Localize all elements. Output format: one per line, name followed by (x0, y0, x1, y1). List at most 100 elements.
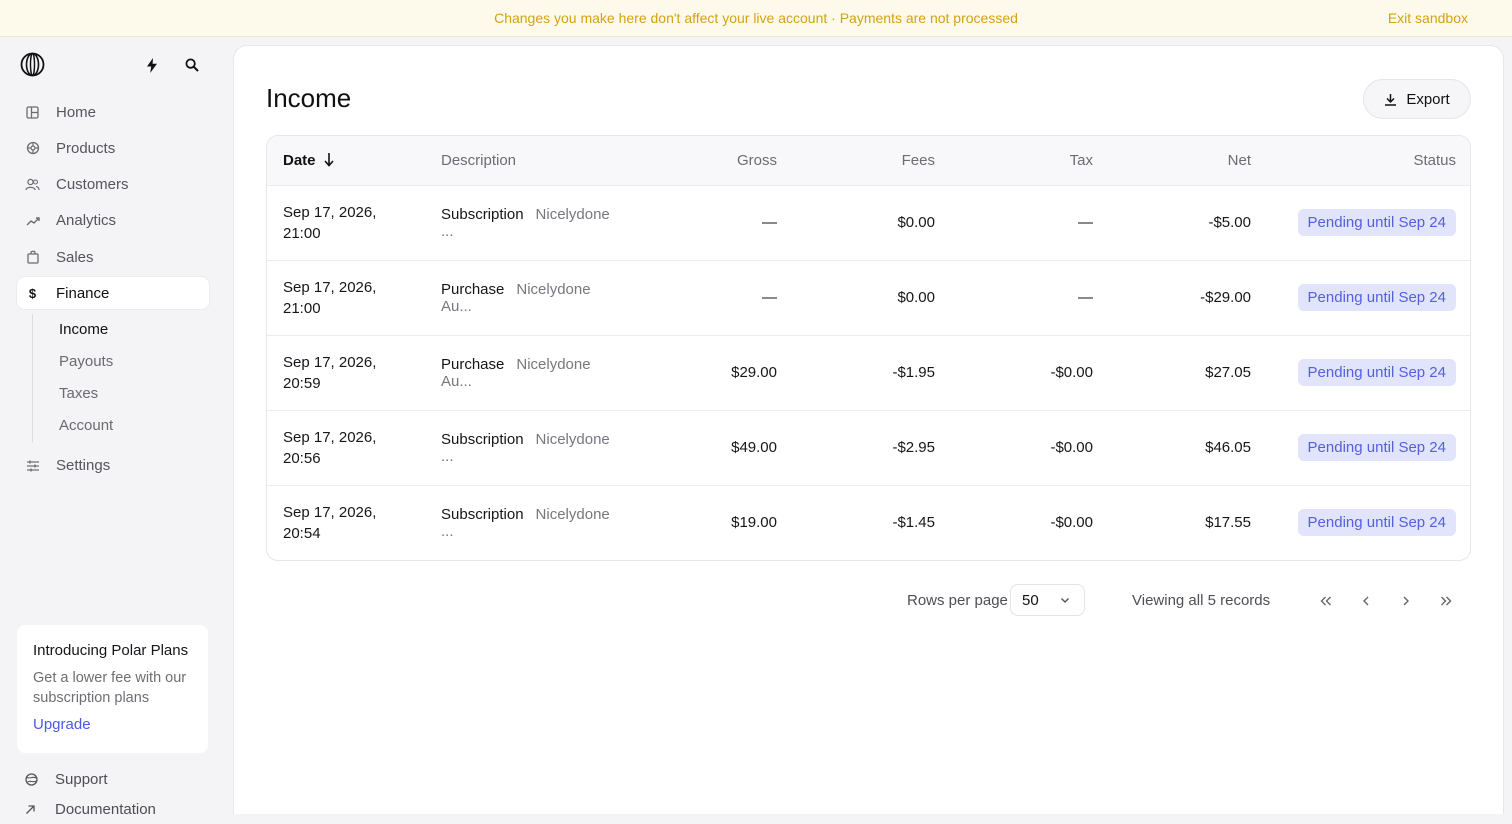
documentation-link[interactable]: Documentation (25, 794, 156, 824)
time-text: 20:54 (283, 525, 321, 542)
subnav-item-account[interactable]: Account (59, 410, 209, 442)
search-icon[interactable] (182, 55, 202, 75)
settings-sliders-icon (25, 458, 40, 473)
sidebar-item-sales[interactable]: Sales (17, 241, 209, 273)
cell-description: PurchaseNicelydone Au... (425, 335, 619, 410)
chevrons-left-icon (1319, 595, 1333, 607)
first-page-button[interactable] (1311, 586, 1341, 616)
support-link[interactable]: Support (25, 764, 156, 794)
cell-fees: -$2.95 (793, 410, 951, 485)
table-row[interactable]: Sep 17, 2026,21:00 PurchaseNicelydone Au… (267, 260, 1471, 335)
sidebar-item-analytics[interactable]: Analytics (17, 205, 209, 237)
previous-page-button[interactable] (1351, 586, 1381, 616)
description-type: Purchase (441, 281, 504, 298)
table-row[interactable]: Sep 17, 2026,20:59 PurchaseNicelydone Au… (267, 335, 1471, 410)
download-icon (1384, 93, 1397, 106)
cell-gross: — (619, 260, 793, 335)
cell-description: SubscriptionNicelydone ... (425, 185, 619, 260)
arrow-up-right-icon (25, 804, 39, 815)
cell-date: Sep 17, 2026, 20:56 (267, 410, 425, 485)
cell-fees: $0.00 (793, 185, 951, 260)
column-header-description: Description (425, 136, 619, 185)
date-text: Sep 17, 2026, (283, 429, 376, 446)
sort-descending-icon (324, 152, 334, 167)
cell-date: Sep 17, 2026, 20:54 (267, 485, 425, 560)
main-panel: Income Export Date Description Gross Fee… (233, 45, 1504, 814)
export-label: Export (1406, 91, 1449, 108)
status-badge: Pending until Sep 24 (1298, 359, 1456, 386)
cell-net: $17.55 (1109, 485, 1267, 560)
upgrade-link[interactable]: Upgrade (33, 716, 192, 733)
column-header-tax: Tax (951, 136, 1109, 185)
sidebar-item-finance[interactable]: $ Finance (17, 277, 209, 309)
cell-description: PurchaseNicelydone Au... (425, 260, 619, 335)
column-header-date[interactable]: Date (267, 136, 425, 185)
exit-sandbox-link[interactable]: Exit sandbox (1388, 0, 1468, 37)
column-header-net: Net (1109, 136, 1267, 185)
cell-net: -$29.00 (1109, 260, 1267, 335)
export-button[interactable]: Export (1363, 79, 1471, 119)
sales-bag-icon (25, 250, 40, 265)
sidebar-item-label: Analytics (56, 212, 116, 229)
cell-date: Sep 17, 2026, 21:00 (267, 185, 425, 260)
date-text: Sep 17, 2026, (283, 504, 376, 521)
lightning-icon[interactable] (142, 55, 162, 75)
chevron-right-icon (1400, 595, 1412, 607)
sidebar-item-label: Home (56, 104, 96, 121)
sidebar-item-settings[interactable]: Settings (17, 450, 209, 482)
description-type: Subscription (441, 431, 524, 448)
status-badge: Pending until Sep 24 (1298, 284, 1456, 311)
sidebar-item-customers[interactable]: Customers (17, 169, 209, 201)
cell-date: Sep 17, 2026,21:00 (267, 260, 425, 335)
last-page-button[interactable] (1431, 586, 1461, 616)
subnav-item-taxes[interactable]: Taxes (59, 378, 209, 410)
pagination-bar: Rows per page 50 Viewing all 5 records (234, 584, 1503, 618)
status-badge: Pending until Sep 24 (1298, 509, 1456, 536)
sidebar-item-products[interactable]: Products (17, 132, 209, 164)
cell-status: Pending until Sep 24 (1267, 335, 1471, 410)
page-title: Income (266, 83, 351, 114)
sidebar-item-label: Products (56, 140, 115, 157)
subnav-item-payouts[interactable]: Payouts (59, 346, 209, 378)
income-table: Date Description Gross Fees Tax Net Stat… (266, 135, 1471, 561)
chevrons-right-icon (1439, 595, 1453, 607)
sidebar-item-label: Customers (56, 176, 129, 193)
time-text: 21:00 (283, 225, 321, 242)
cell-description: SubscriptionNicelydone ... (425, 410, 619, 485)
sidebar-item-label: Finance (56, 285, 109, 302)
column-header-status: Status (1267, 136, 1471, 185)
sidebar-header (20, 52, 210, 78)
promo-text: Get a lower fee with our subscription pl… (33, 668, 192, 708)
cell-status: Pending until Sep 24 (1267, 185, 1471, 260)
cell-status: Pending until Sep 24 (1267, 485, 1471, 560)
date-text: Sep 17, 2026, (283, 204, 376, 221)
table-row[interactable]: Sep 17, 2026, 20:56 SubscriptionNicelydon… (267, 410, 1471, 485)
analytics-icon (25, 213, 40, 228)
cell-status: Pending until Sep 24 (1267, 410, 1471, 485)
rows-per-page-value: 50 (1022, 592, 1039, 609)
cell-fees: $0.00 (793, 260, 951, 335)
table-row[interactable]: Sep 17, 2026, 21:00 SubscriptionNicelydon… (267, 185, 1471, 260)
table-row[interactable]: Sep 17, 2026,20:54 SubscriptionNicelydon… (267, 485, 1471, 560)
status-badge: Pending until Sep 24 (1298, 209, 1456, 236)
date-text: Sep 17, 2026, (283, 279, 376, 296)
sidebar-item-home[interactable]: Home (17, 96, 209, 128)
sidebar-item-label: Settings (56, 457, 110, 474)
rows-per-page-select[interactable]: 50 (1010, 584, 1085, 616)
cell-tax: — (951, 185, 1109, 260)
products-icon (25, 141, 40, 156)
records-count: Viewing all 5 records (1132, 592, 1270, 609)
polar-logo-icon[interactable] (20, 52, 45, 77)
column-header-label: Date (283, 152, 316, 169)
cell-tax: — (951, 260, 1109, 335)
rows-per-page-label: Rows per page (907, 592, 1008, 609)
cell-gross: — (619, 185, 793, 260)
column-header-gross: Gross (619, 136, 793, 185)
time-text: 20:56 (283, 450, 321, 467)
subnav-item-income[interactable]: Income (59, 314, 209, 346)
date-text: Sep 17, 2026, (283, 354, 376, 371)
cell-status: Pending until Sep 24 (1267, 260, 1471, 335)
next-page-button[interactable] (1391, 586, 1421, 616)
documentation-label: Documentation (55, 801, 156, 818)
cell-fees: -$1.45 (793, 485, 951, 560)
